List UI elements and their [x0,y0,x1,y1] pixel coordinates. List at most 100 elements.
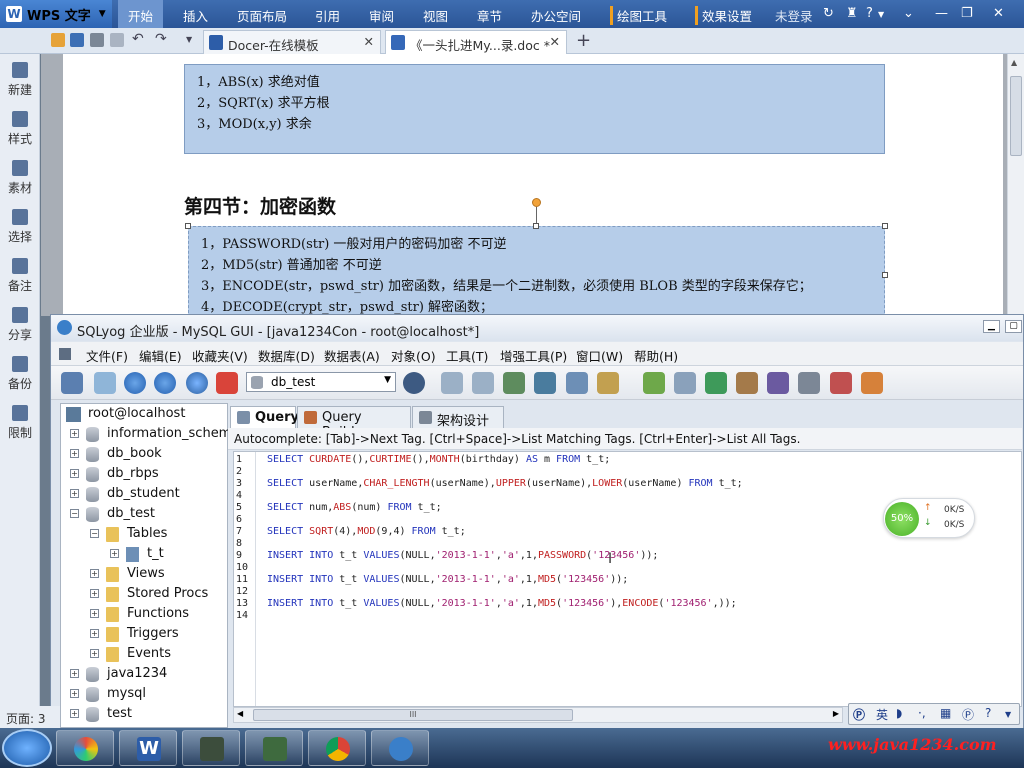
menu-start[interactable]: 开始 [118,0,164,28]
ime-language[interactable]: 英 [876,706,888,723]
tree-db-book[interactable]: + db_book [70,445,226,465]
tree-db-rbps[interactable]: + db_rbps [70,465,226,485]
schema-sync-icon[interactable] [534,372,556,394]
ime-punctuation-icon[interactable]: ·, [918,706,926,720]
table-data-icon[interactable] [566,372,588,394]
taskbar-app[interactable] [56,730,114,766]
skin-icon[interactable]: ↻ [823,6,834,21]
menu-insert[interactable]: 插入 [183,6,208,25]
new-connection-icon[interactable] [61,372,83,394]
resize-handle[interactable] [882,272,888,278]
close-tab-icon[interactable]: ✕ [550,34,560,49]
backup-db-icon[interactable] [441,372,463,394]
taskbar-sqlyog[interactable] [371,730,429,766]
login-status[interactable]: 未登录 [775,6,813,25]
report-icon[interactable] [830,372,852,394]
tree-db-information-schema[interactable]: + information_schema [70,425,239,445]
menu-powertools[interactable]: 增强工具(P) [500,346,567,365]
menu-page-layout[interactable]: 页面布局 [237,6,287,25]
menu-reference[interactable]: 引用 [315,6,340,25]
tree-db-mysql[interactable]: + mysql [70,685,226,705]
scroll-left-icon[interactable]: ◀ [237,709,243,718]
wps-app-button[interactable]: W WPS 文字 ▼ [0,0,112,28]
sidebar-select[interactable]: 选择 [0,209,40,245]
tree-folder-stored-procs[interactable]: + Stored Procs [90,585,226,605]
taskbar-app[interactable] [245,730,303,766]
tree-db-test2[interactable]: + test [70,705,226,725]
shirt-icon[interactable]: ♜ [846,6,858,21]
menu-database[interactable]: 数据库(D) [258,346,315,365]
tree-db-student[interactable]: + db_student [70,485,226,505]
text-box-encryption-functions[interactable]: 1，PASSWORD(str) 一般对用户的密码加密 不可逆 2，MD5(str… [188,226,885,318]
restore-db-icon[interactable] [472,372,494,394]
scroll-up-icon[interactable]: ▲ [1011,58,1017,67]
ime-keyboard-icon[interactable]: ▦ [940,706,951,720]
tab-draw-tools[interactable]: 绘图工具 [610,6,667,25]
menu-table[interactable]: 数据表(A) [324,346,380,365]
sidebar-backup[interactable]: 备份 [0,356,40,392]
collapse-ribbon-icon[interactable]: ⌄ [903,6,914,21]
close-icon[interactable]: ✕ [993,6,1004,21]
add-icon[interactable] [643,372,665,394]
sidebar-new[interactable]: 新建 [0,62,40,98]
rotate-handle[interactable] [532,198,541,207]
menu-file[interactable]: 文件(F) [86,346,128,365]
ime-logo-icon[interactable]: Ⓟ [853,706,865,723]
menu-view[interactable]: 视图 [423,6,448,25]
new-query-icon[interactable] [94,372,116,394]
print-preview-icon[interactable] [110,33,124,47]
restore-icon[interactable]: ❐ [961,6,973,21]
tab-effect-settings[interactable]: 效果设置 [695,6,752,25]
taskbar-chrome[interactable] [308,730,366,766]
tree-root[interactable]: root@localhost [66,405,226,425]
tree-db-java1234[interactable]: + java1234 [70,665,226,685]
tree-folder-triggers[interactable]: + Triggers [90,625,226,645]
tab-current-document[interactable]: 《一头扎进My...录.doc * ✕ [385,30,567,54]
db-sync-icon[interactable] [674,372,696,394]
scroll-right-icon[interactable]: ▶ [833,709,839,718]
tree-db-test[interactable]: − db_test [70,505,226,525]
scheduled-jobs-icon[interactable] [767,372,789,394]
menu-review[interactable]: 审阅 [369,6,394,25]
menu-tools[interactable]: 工具(T) [446,346,488,365]
tab-query-builder[interactable]: Query Builder [297,406,411,440]
sidebar-style[interactable]: 样式 [0,111,40,147]
minimize-icon[interactable]: ▁ [983,320,1000,333]
export-icon[interactable] [597,372,619,394]
database-select[interactable]: db_test ▼ [246,372,396,392]
resize-handle[interactable] [185,223,191,229]
menu-object[interactable]: 对象(O) [391,346,436,365]
ime-halfwidth-icon[interactable]: ◗ [896,706,902,720]
import-icon[interactable] [503,372,525,394]
close-tab-icon[interactable]: ✕ [364,34,374,49]
schema-designer-icon[interactable] [861,372,883,394]
minimize-icon[interactable]: — [935,6,948,21]
menu-favorites[interactable]: 收藏夹(V) [192,346,248,365]
sqlyog-titlebar[interactable]: SQLyog 企业版 - MySQL GUI - [java1234Con - … [51,315,1023,341]
menu-window[interactable]: 窗口(W) [576,346,623,365]
menu-edit[interactable]: 编辑(E) [139,346,182,365]
open-folder-icon[interactable] [51,33,65,47]
taskbar-app[interactable] [182,730,240,766]
tab-query[interactable]: Query [230,406,299,428]
save-icon[interactable] [70,33,84,47]
taskbar-wps[interactable]: W [119,730,177,766]
menu-help[interactable]: 帮助(H) [634,346,678,365]
menu-office-space[interactable]: 办公空间 [531,6,581,25]
notifications-icon[interactable] [798,372,820,394]
migration-icon[interactable] [736,372,758,394]
sidebar-share[interactable]: 分享 [0,307,40,343]
tree-folder-events[interactable]: + Events [90,645,226,665]
stop-icon[interactable] [216,372,238,394]
new-tab-icon[interactable]: + [576,30,591,51]
resize-handle[interactable] [882,223,888,229]
tree-folder-views[interactable]: + Views [90,565,226,585]
print-icon[interactable] [90,33,104,47]
chevron-down-icon[interactable]: ▼ [878,10,884,19]
menu-chapter[interactable]: 章节 [477,6,502,25]
execute-all-icon[interactable] [154,372,176,394]
sidebar-comment[interactable]: 备注 [0,258,40,294]
help-icon[interactable]: ? [985,706,991,720]
tab-schema-designer[interactable]: 架构设计器 [412,406,504,448]
data-sync-icon[interactable] [705,372,727,394]
